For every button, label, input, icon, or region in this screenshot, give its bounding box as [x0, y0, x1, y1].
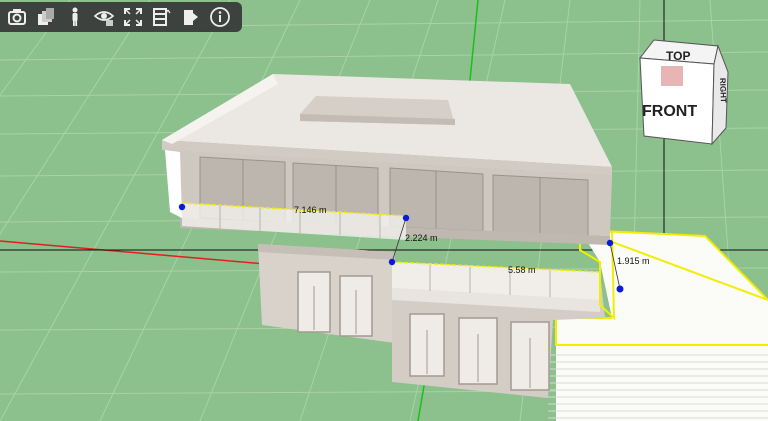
screenshot-button[interactable]	[2, 3, 31, 31]
layers-icon	[37, 8, 54, 25]
measurement-depth: 1.915 m	[617, 256, 650, 266]
measure-point	[402, 214, 410, 222]
fullscreen-button[interactable]	[118, 3, 147, 31]
visibility-icon	[93, 11, 114, 26]
viewcube-top-label: TOP	[666, 49, 690, 63]
layers-button[interactable]	[31, 3, 60, 31]
fullscreen-icon	[123, 8, 142, 26]
measure-point	[616, 285, 624, 293]
floors-button[interactable]	[147, 3, 176, 31]
measurement-height: 2.224 m	[405, 233, 438, 243]
door-icon	[183, 10, 198, 25]
door-button[interactable]	[176, 3, 205, 31]
3d-viewport[interactable]: 7.146 m 2.224 m 5.58 m 1.915 m TOP FRONT…	[0, 0, 768, 421]
viewcube-front-label: FRONT	[642, 103, 697, 120]
viewer-toolbar	[0, 2, 242, 32]
person-icon	[72, 7, 77, 26]
viewcube-right-label: RIGHT	[718, 78, 728, 103]
info-button[interactable]	[205, 3, 234, 31]
measure-point	[388, 258, 396, 266]
screenshot-icon	[7, 9, 26, 25]
viewcube-highlight	[661, 66, 683, 86]
measurement-lower-length: 5.58 m	[508, 265, 536, 275]
info-icon	[209, 7, 230, 27]
measure-point	[178, 203, 186, 211]
floors-icon	[152, 8, 170, 26]
measure-point	[606, 239, 614, 247]
measurement-upper-length: 7.146 m	[294, 205, 327, 215]
visibility-button[interactable]	[89, 3, 118, 31]
person-button[interactable]	[60, 3, 89, 31]
viewcube[interactable]: TOP FRONT RIGHT	[636, 36, 730, 148]
